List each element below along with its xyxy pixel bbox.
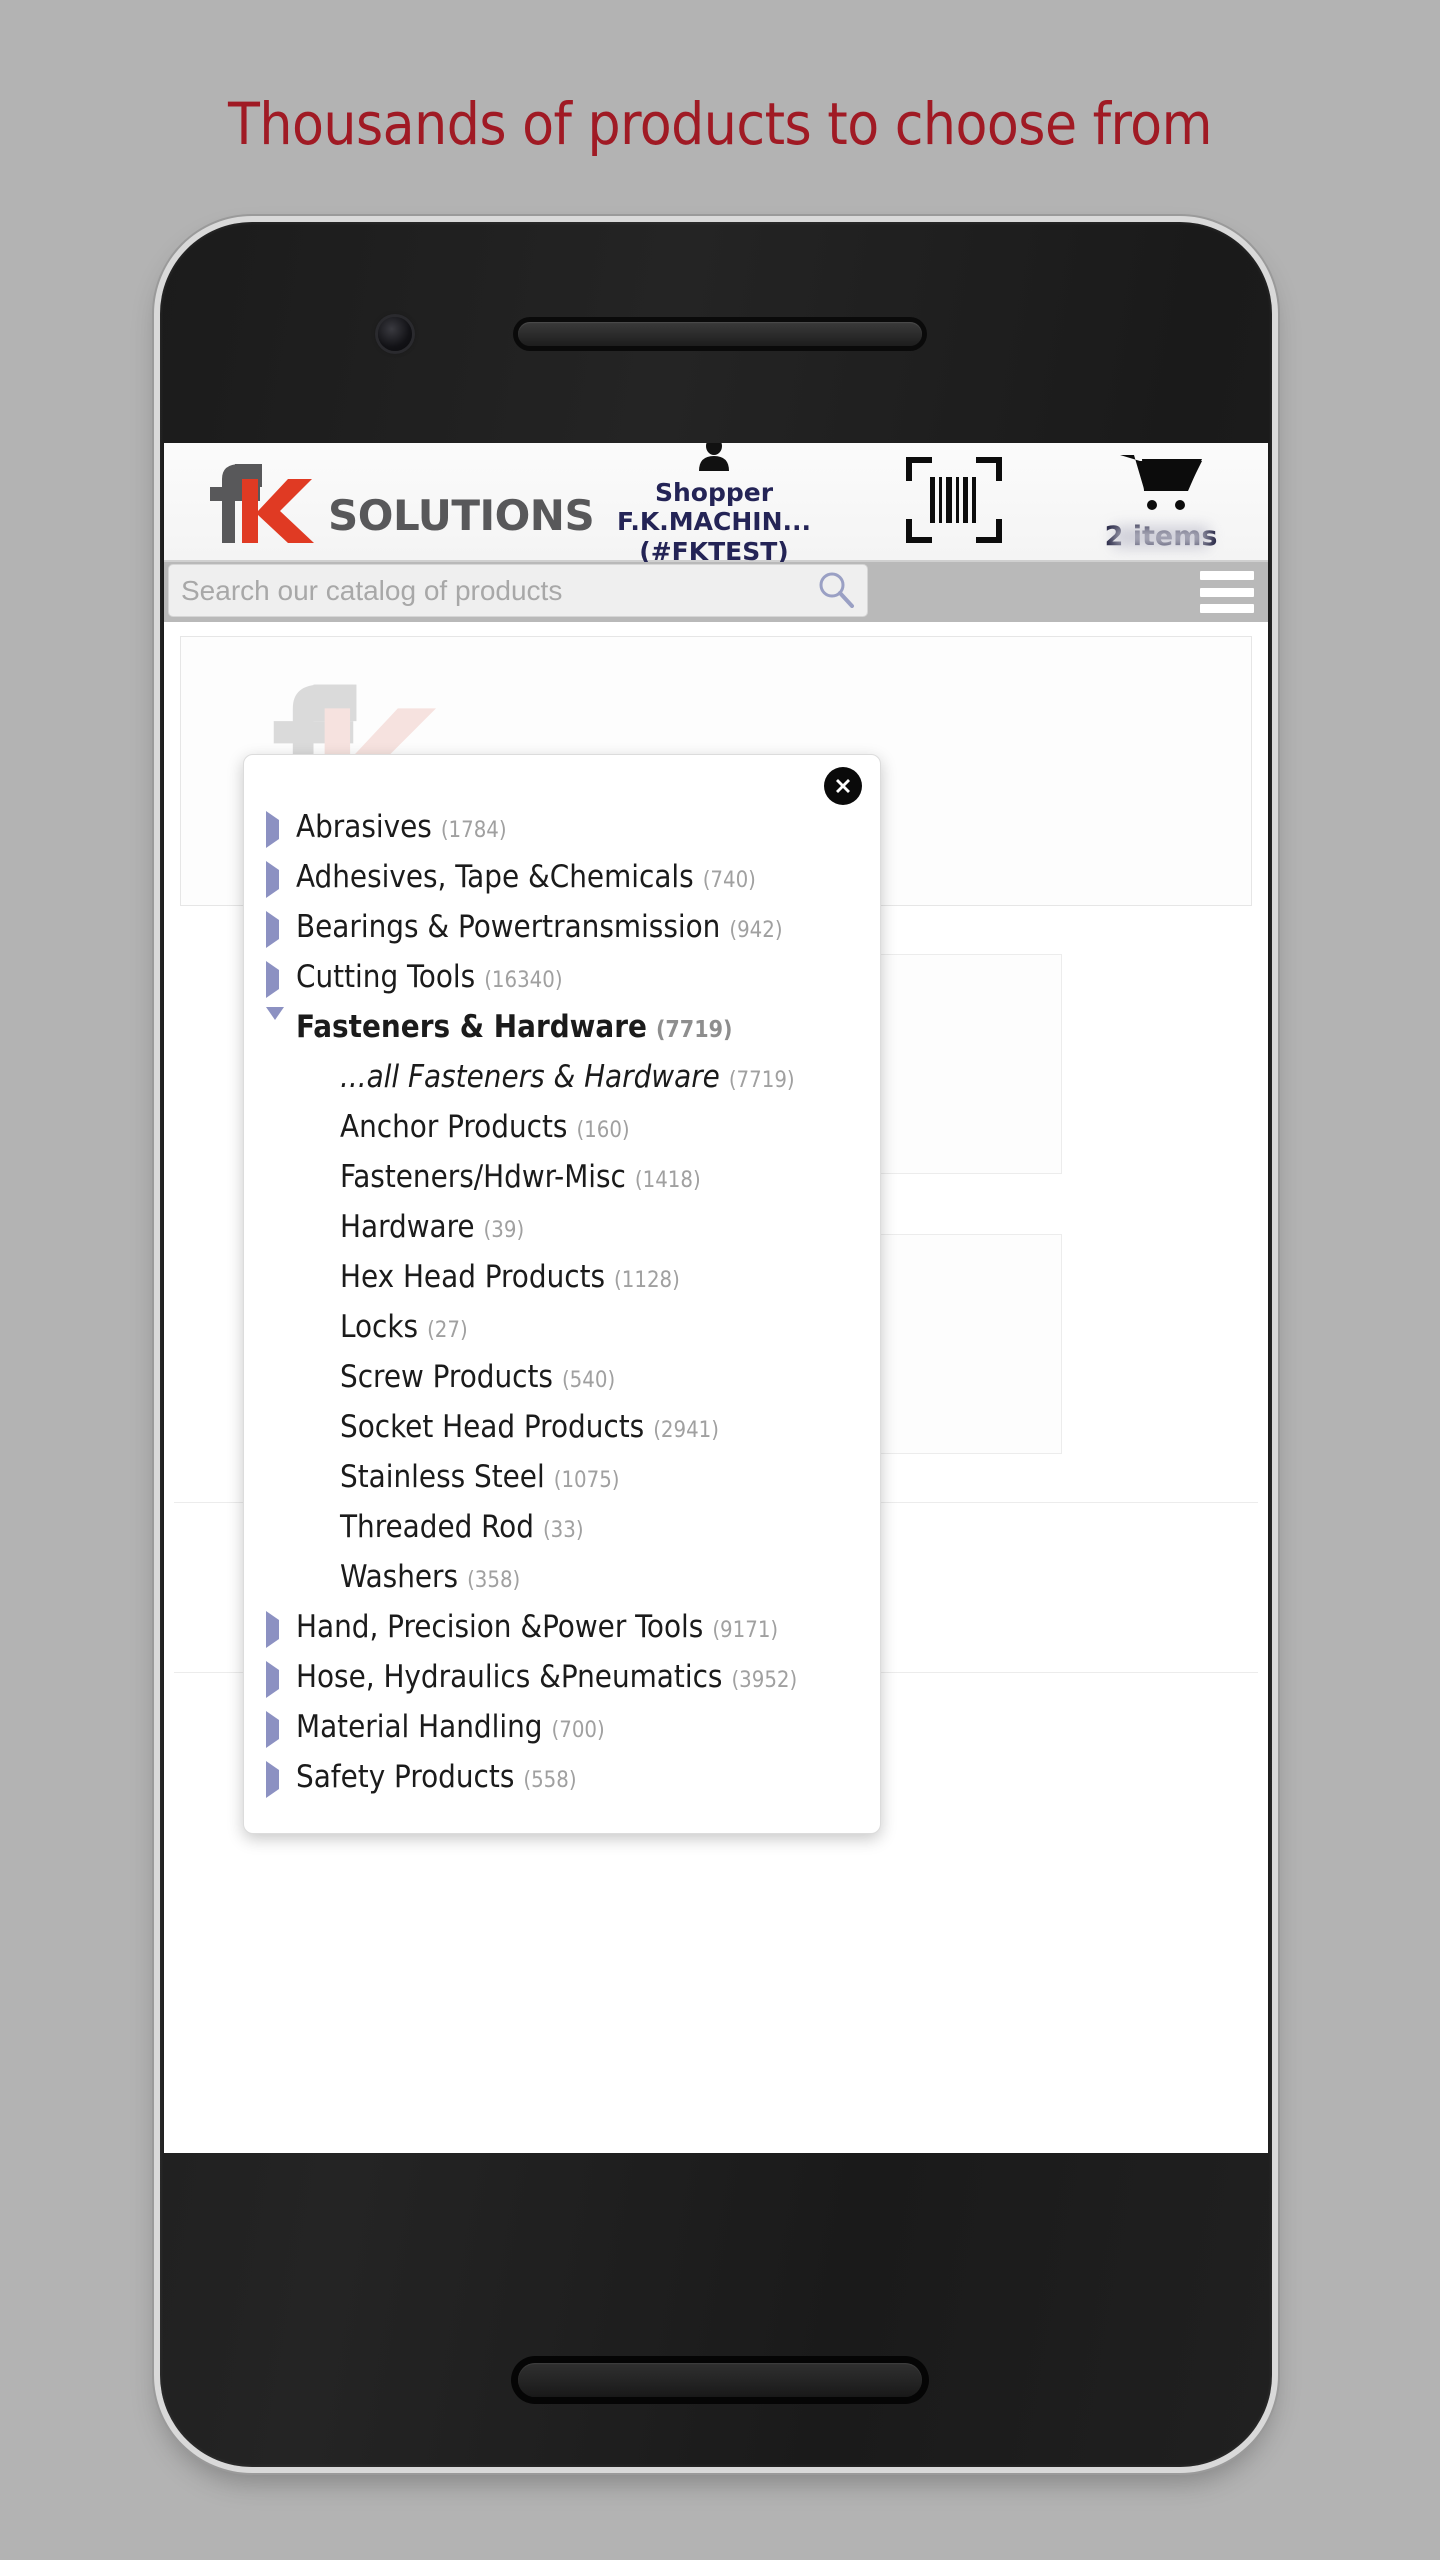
category-label: Threaded Rod	[340, 1509, 534, 1545]
category-item[interactable]: Threaded Rod (33)	[244, 1509, 880, 1559]
category-label: Hand, Precision &Power Tools	[296, 1609, 704, 1645]
category-count: (1784)	[440, 818, 507, 843]
promo-headline: Thousands of products to choose from	[228, 90, 1212, 158]
category-count: (558)	[523, 1768, 577, 1793]
category-count: (942)	[729, 918, 783, 943]
category-item[interactable]: Bearings & Powertransmission (942)	[244, 909, 880, 959]
category-label: Anchor Products	[340, 1109, 568, 1145]
category-count: (7719)	[728, 1068, 795, 1093]
category-label: Hex Head Products	[340, 1259, 606, 1295]
chevron-right-icon	[266, 1611, 290, 1648]
category-item[interactable]: Adhesives, Tape &Chemicals (740)	[244, 859, 880, 909]
category-list: Abrasives (1784) Adhesives, Tape &Chemical…	[244, 809, 880, 1809]
category-label: Stainless Steel	[340, 1459, 545, 1495]
category-count: (27)	[427, 1318, 468, 1343]
chevron-right-icon	[266, 1711, 290, 1748]
category-item[interactable]: Hand, Precision &Power Tools (9171)	[244, 1609, 880, 1659]
category-item[interactable]: Hex Head Products (1128)	[244, 1259, 880, 1309]
phone-screen: SOLUTIONS Shopper F.K.MACHIN... (#FKTEST…	[164, 443, 1268, 2153]
chevron-right-icon	[266, 911, 290, 948]
category-label: Cutting Tools	[296, 959, 476, 995]
category-count: (740)	[702, 868, 756, 893]
category-count: (358)	[467, 1568, 521, 1593]
category-item[interactable]: Fasteners & Hardware (7719)	[244, 1007, 880, 1059]
category-item[interactable]: Locks (27)	[244, 1309, 880, 1359]
front-camera-icon	[378, 317, 412, 351]
category-count: (1418)	[634, 1168, 701, 1193]
category-count: (700)	[551, 1718, 605, 1743]
category-count: (1128)	[614, 1268, 680, 1293]
category-label: Adhesives, Tape &Chemicals	[296, 859, 694, 895]
home-button[interactable]	[518, 2363, 922, 2397]
category-label: Screw Products	[340, 1359, 553, 1395]
category-label: Safety Products	[296, 1759, 515, 1795]
category-item[interactable]: ...all Fasteners & Hardware (7719)	[244, 1059, 880, 1109]
category-count: (39)	[483, 1218, 525, 1243]
chevron-right-icon	[266, 1761, 290, 1798]
earpiece-speaker	[518, 322, 922, 346]
chevron-down-icon	[266, 1007, 290, 1039]
category-item[interactable]: Anchor Products (160)	[244, 1109, 880, 1159]
category-label: Abrasives	[296, 809, 432, 845]
category-label: Bearings & Powertransmission	[296, 909, 721, 945]
category-label: Fasteners/Hdwr-Misc	[340, 1159, 626, 1195]
category-modal-overlay: Abrasives (1784) Adhesives, Tape &Chemical…	[164, 443, 1268, 2153]
category-item[interactable]: Socket Head Products (2941)	[244, 1409, 880, 1459]
category-item[interactable]: Safety Products (558)	[244, 1759, 880, 1809]
chevron-right-icon	[266, 961, 290, 998]
category-label: Locks	[340, 1309, 419, 1345]
category-item[interactable]: Fasteners/Hdwr-Misc (1418)	[244, 1159, 880, 1209]
category-item[interactable]: Screw Products (540)	[244, 1359, 880, 1409]
phone-device-frame: SOLUTIONS Shopper F.K.MACHIN... (#FKTEST…	[160, 222, 1272, 2467]
category-label: Material Handling	[296, 1709, 543, 1745]
category-count: (33)	[542, 1518, 584, 1543]
category-item[interactable]: Hose, Hydraulics &Pneumatics (3952)	[244, 1659, 880, 1709]
close-icon[interactable]	[824, 767, 862, 805]
category-item[interactable]: Cutting Tools (16340)	[244, 959, 880, 1009]
category-item[interactable]: Abrasives (1784)	[244, 809, 880, 859]
category-count: (2941)	[653, 1418, 719, 1443]
category-item[interactable]: Material Handling (700)	[244, 1709, 880, 1759]
category-count: (1075)	[553, 1468, 620, 1493]
category-label: Hose, Hydraulics &Pneumatics	[296, 1659, 723, 1695]
category-label: Washers	[340, 1559, 459, 1595]
category-label: Hardware	[340, 1209, 475, 1245]
category-count: (540)	[561, 1368, 616, 1393]
chevron-right-icon	[266, 811, 290, 848]
category-count: (7719)	[655, 1017, 733, 1043]
category-label: ...all Fasteners & Hardware	[340, 1059, 720, 1095]
category-count: (160)	[576, 1118, 630, 1143]
category-count: (16340)	[484, 968, 563, 993]
category-item[interactable]: Hardware (39)	[244, 1209, 880, 1259]
chevron-right-icon	[266, 861, 290, 898]
chevron-right-icon	[266, 1661, 290, 1698]
category-count: (9171)	[712, 1618, 779, 1643]
category-label: Fasteners & Hardware	[296, 1009, 647, 1045]
category-item[interactable]: Washers (358)	[244, 1559, 880, 1609]
category-browser-modal: Abrasives (1784) Adhesives, Tape &Chemical…	[243, 754, 881, 1834]
category-item[interactable]: Stainless Steel (1075)	[244, 1459, 880, 1509]
category-count: (3952)	[731, 1668, 798, 1693]
category-label: Socket Head Products	[340, 1409, 645, 1445]
